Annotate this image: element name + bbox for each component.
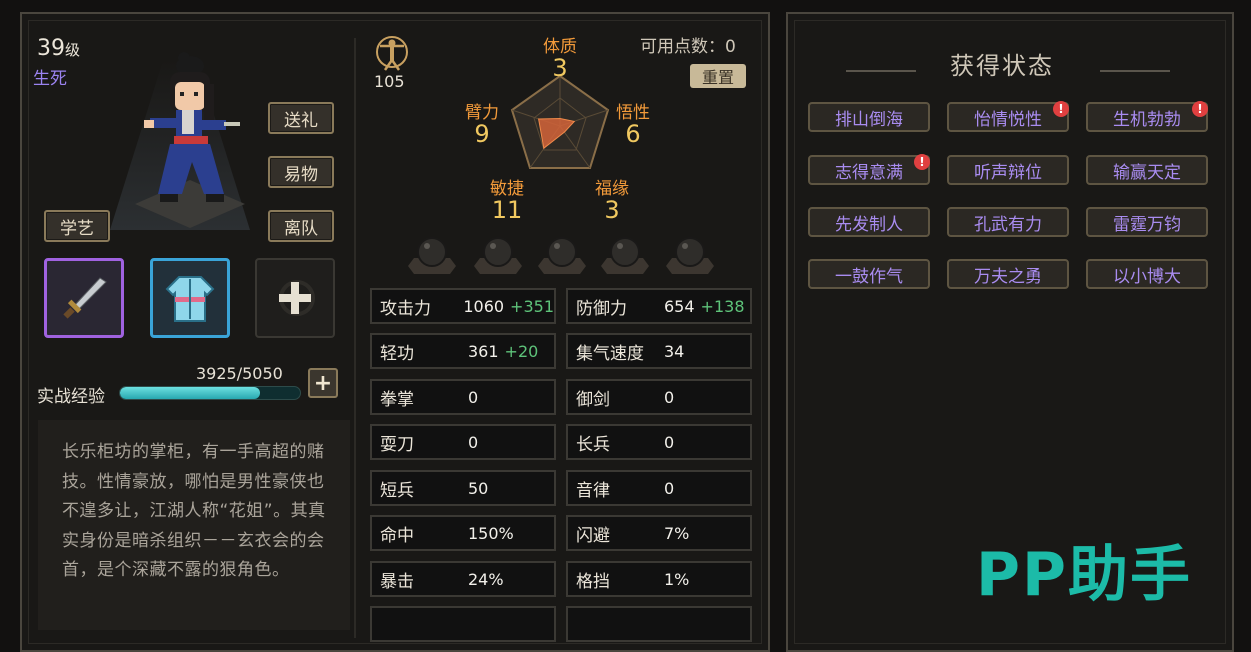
strength-value: 9	[474, 120, 490, 148]
xp-bar-fill	[120, 387, 260, 399]
status-tag[interactable]: 怡情悦性	[947, 102, 1069, 132]
weapon-slot[interactable]	[44, 258, 124, 338]
status-tag[interactable]: 雷霆万钧	[1086, 207, 1208, 237]
stat-defense: 防御力 654 +138	[566, 288, 752, 324]
stat-lightness: 轻功 361 +20	[370, 333, 556, 369]
character-level: 39级	[37, 36, 81, 61]
agility-value: 11	[491, 196, 523, 224]
status-title: 获得状态	[950, 52, 1054, 80]
orb-slot-2[interactable]	[468, 232, 528, 278]
stat-dodge: 闪避 7%	[566, 515, 752, 551]
stat-fist: 拳掌 0	[370, 379, 556, 415]
alert-icon: !	[1053, 101, 1069, 117]
stat-block: 格挡 1%	[566, 561, 752, 597]
status-tag[interactable]: 孔武有力	[947, 207, 1069, 237]
status-tag[interactable]: 一鼓作气	[808, 259, 930, 289]
stat-blade: 耍刀 0	[370, 424, 556, 460]
status-tag[interactable]: 先发制人	[808, 207, 930, 237]
fortune-value: 3	[604, 196, 620, 224]
trade-button[interactable]: 易物	[268, 156, 334, 188]
stat-music: 音律 0	[566, 470, 752, 506]
orb-slot-1[interactable]	[402, 232, 462, 278]
panel-divider	[354, 38, 356, 638]
stat-attack: 攻击力 1060 +351	[370, 288, 556, 324]
stat-crit: 暴击 24%	[370, 561, 556, 597]
title-ornament-right	[1100, 70, 1170, 72]
insight-value: 6	[625, 120, 641, 148]
stat-sword: 御剑 0	[566, 379, 752, 415]
status-tag[interactable]: 以小博大	[1086, 259, 1208, 289]
stat-polearm: 长兵 0	[566, 424, 752, 460]
stat-row-partial	[370, 606, 556, 642]
orb-slot-5[interactable]	[660, 232, 720, 278]
armor-slot[interactable]	[150, 258, 230, 338]
stat-row-partial	[566, 606, 752, 642]
watermark-logo: PP助手	[976, 540, 1192, 610]
stat-hit: 命中 150%	[370, 515, 556, 551]
character-portrait	[144, 52, 240, 202]
stat-qi-speed: 集气速度 34	[566, 333, 752, 369]
accessory-slot[interactable]	[255, 258, 335, 338]
learn-skill-button[interactable]: 学艺	[44, 210, 110, 242]
status-tag[interactable]: 听声辩位	[947, 155, 1069, 185]
leave-party-button[interactable]: 离队	[268, 210, 334, 242]
status-tag[interactable]: 志得意满	[808, 155, 930, 185]
vitruvian-icon	[376, 36, 408, 71]
orb-slot-3[interactable]	[532, 232, 592, 278]
bio-box: 长乐柜坊的掌柜，有一手高超的赌技。性情豪放，哪怕是男性豪侠也不遑多让，江湖人称“…	[38, 420, 350, 630]
character-bio: 长乐柜坊的掌柜，有一手高超的赌技。性情豪放，哪怕是男性豪侠也不遑多让，江湖人称“…	[62, 442, 326, 580]
constitution-value: 3	[552, 54, 568, 82]
title-ornament-left	[846, 70, 916, 72]
available-points: 可用点数：0	[640, 37, 736, 57]
xp-value: 3925/5050	[196, 364, 283, 383]
orb-slot-4[interactable]	[595, 232, 655, 278]
alert-icon: !	[914, 154, 930, 170]
robe-icon	[165, 276, 215, 322]
status-tag[interactable]: 生机勃勃	[1086, 102, 1208, 132]
alert-icon: !	[1192, 101, 1208, 117]
gift-button[interactable]: 送礼	[268, 102, 334, 134]
character-sect: 生死	[33, 69, 67, 89]
status-tag[interactable]: 输赢天定	[1086, 155, 1208, 185]
reset-button[interactable]: 重置	[690, 64, 746, 88]
status-tag[interactable]: 排山倒海	[808, 102, 930, 132]
xp-label: 实战经验	[37, 387, 105, 407]
status-tag[interactable]: 万夫之勇	[947, 259, 1069, 289]
xp-add-button[interactable]: +	[308, 368, 338, 398]
add-icon	[279, 280, 315, 316]
stat-short-weapon: 短兵 50	[370, 470, 556, 506]
xp-bar	[119, 386, 301, 400]
attribute-points: 105	[374, 72, 405, 91]
dagger-icon	[63, 277, 107, 319]
